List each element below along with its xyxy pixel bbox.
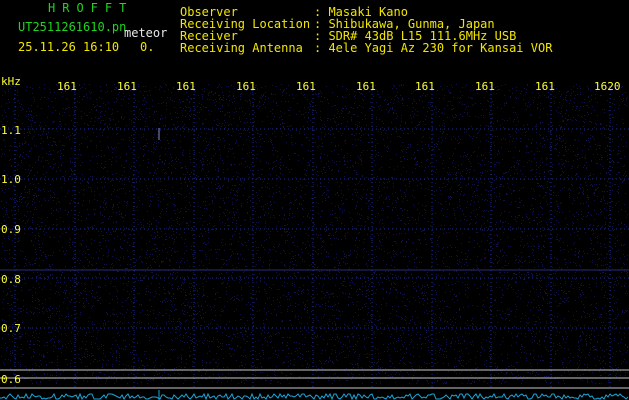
app-brand: HROFFT (48, 1, 134, 15)
signal-baseline (0, 392, 629, 400)
x-tick-label: 1620 (594, 80, 621, 93)
x-tick-label: 161 (535, 80, 555, 93)
detection-count: 0. (140, 40, 155, 54)
y-tick-label: 1.0 (1, 173, 21, 186)
x-tick-label: 161 (176, 80, 196, 93)
spectrum-waterfall (0, 84, 629, 400)
y-tick-label: 0.9 (1, 223, 21, 236)
y-tick-label: 0.8 (1, 273, 21, 286)
y-tick-label: 0.7 (1, 322, 21, 335)
x-tick-label: 161 (475, 80, 495, 93)
x-tick-label: 161 (57, 80, 77, 93)
x-tick-label: 161 (236, 80, 256, 93)
mode-label: meteor (124, 26, 168, 40)
x-tick-label: 161 (117, 80, 137, 93)
x-tick-label: 161 (296, 80, 316, 93)
x-tick-label: 161 (356, 80, 376, 93)
info-label-antenna: Receiving Antenna (180, 41, 303, 55)
file-name: UT2511261610.pn (18, 20, 127, 34)
noise-speckle (1, 84, 628, 384)
y-tick-label: 0.6 (1, 373, 21, 386)
x-tick-label: 161 (415, 80, 435, 93)
y-axis-unit: kHz (1, 75, 21, 88)
timestamp: 25.11.26 16:10 (18, 40, 120, 54)
info-value-antenna: : 4ele Yagi Az 230 for Kansai VOR (314, 41, 553, 55)
y-tick-label: 1.1 (1, 124, 21, 137)
